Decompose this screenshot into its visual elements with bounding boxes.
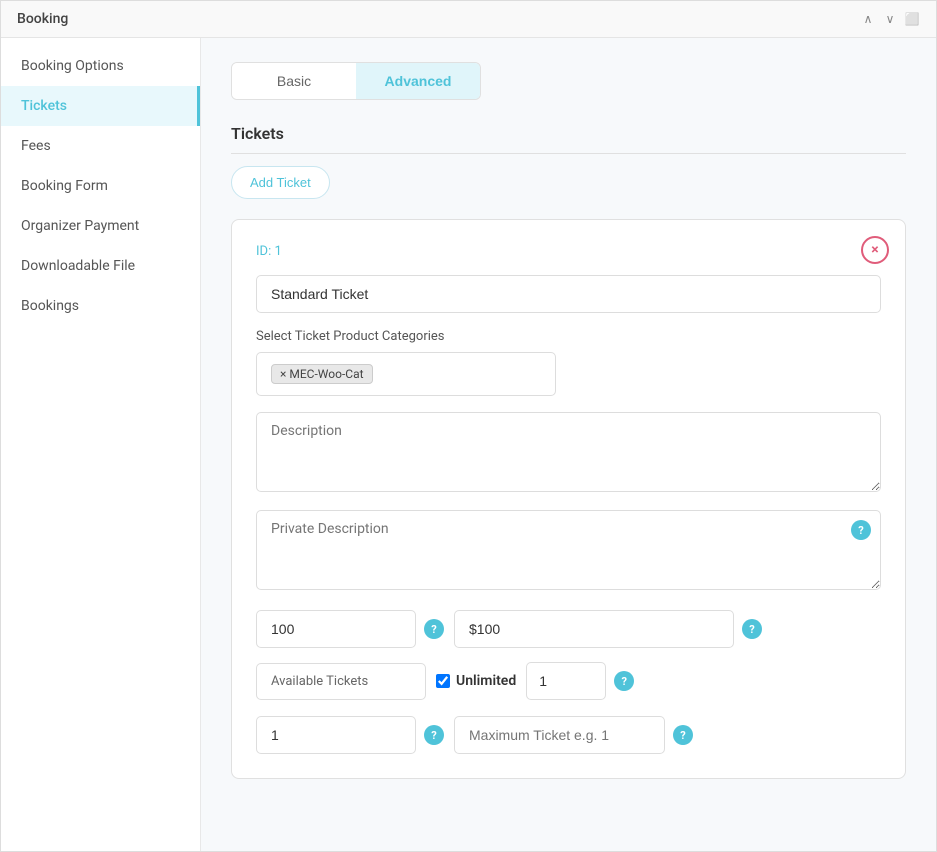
quantity-help-icon[interactable]: ? <box>614 671 634 691</box>
title-bar: Booking ∧ ∨ ⬜ <box>1 1 936 38</box>
sidebar: Booking Options Tickets Fees Booking For… <box>1 38 201 851</box>
price-field-wrapper: ? <box>256 610 444 648</box>
formatted-price-wrapper: ? <box>454 610 762 648</box>
min-ticket-input[interactable] <box>256 716 416 754</box>
sidebar-item-downloadable-file[interactable]: Downloadable File <box>1 246 200 286</box>
available-tickets-row: Available Tickets Unlimited ? <box>256 662 881 700</box>
quantity-field-wrapper: ? <box>526 662 634 700</box>
window-title: Booking <box>17 11 68 27</box>
content-area: Basic Advanced Tickets Add Ticket × ID: … <box>201 38 936 851</box>
max-ticket-input[interactable] <box>454 716 665 754</box>
sidebar-item-booking-options[interactable]: Booking Options <box>1 46 200 86</box>
price-row: ? ? <box>256 610 881 648</box>
min-ticket-wrapper: ? <box>256 716 444 754</box>
unlimited-label: Unlimited <box>456 673 516 689</box>
app-window: Booking ∧ ∨ ⬜ Booking Options Tickets Fe… <box>0 0 937 852</box>
category-label: Select Ticket Product Categories <box>256 329 881 344</box>
sidebar-item-organizer-payment[interactable]: Organizer Payment <box>1 206 200 246</box>
chevron-up-icon[interactable]: ∧ <box>860 11 876 27</box>
quantity-input[interactable] <box>526 662 606 700</box>
add-ticket-button[interactable]: Add Ticket <box>231 166 330 199</box>
description-input[interactable] <box>256 412 881 492</box>
sidebar-item-tickets[interactable]: Tickets <box>1 86 200 126</box>
formatted-price-help-icon[interactable]: ? <box>742 619 762 639</box>
price-help-icon[interactable]: ? <box>424 619 444 639</box>
sidebar-item-bookings[interactable]: Bookings <box>1 286 200 326</box>
private-description-input[interactable] <box>256 510 881 590</box>
unlimited-wrapper: Unlimited <box>436 673 516 689</box>
main-layout: Booking Options Tickets Fees Booking For… <box>1 38 936 851</box>
available-tickets-label: Available Tickets <box>256 663 426 700</box>
tab-advanced[interactable]: Advanced <box>356 63 480 99</box>
private-description-help-icon[interactable]: ? <box>851 520 871 540</box>
max-ticket-row: ? ? <box>256 716 881 754</box>
ticket-card: × ID: 1 Select Ticket Product Categories… <box>231 219 906 779</box>
close-ticket-button[interactable]: × <box>861 236 889 264</box>
window-controls: ∧ ∨ ⬜ <box>860 11 920 27</box>
sidebar-item-fees[interactable]: Fees <box>1 126 200 166</box>
close-icon: × <box>871 242 878 258</box>
sidebar-item-booking-form[interactable]: Booking Form <box>1 166 200 206</box>
chevron-down-icon[interactable]: ∨ <box>882 11 898 27</box>
min-ticket-help-icon[interactable]: ? <box>424 725 444 745</box>
section-title: Tickets <box>231 124 906 154</box>
maximize-icon[interactable]: ⬜ <box>904 11 920 27</box>
max-ticket-wrapper: ? <box>454 716 693 754</box>
formatted-price-input[interactable] <box>454 610 734 648</box>
category-select[interactable]: × MEC-Woo-Cat <box>256 352 556 396</box>
ticket-name-input[interactable] <box>256 275 881 313</box>
tab-basic[interactable]: Basic <box>232 63 356 99</box>
category-tag[interactable]: × MEC-Woo-Cat <box>271 364 373 384</box>
unlimited-checkbox[interactable] <box>436 674 450 688</box>
ticket-price-input[interactable] <box>256 610 416 648</box>
max-ticket-help-icon[interactable]: ? <box>673 725 693 745</box>
tab-bar: Basic Advanced <box>231 62 481 100</box>
ticket-id: ID: 1 <box>256 244 881 259</box>
